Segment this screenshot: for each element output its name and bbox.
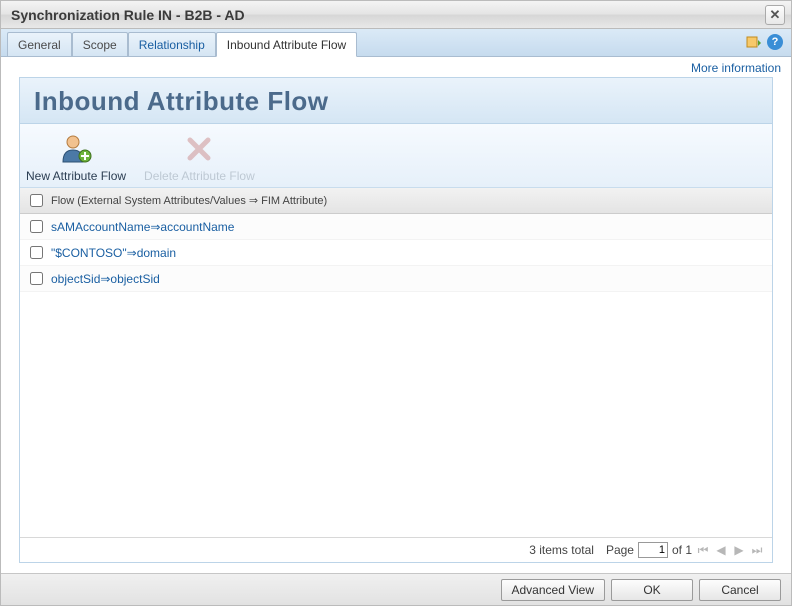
import-icon[interactable]: [745, 34, 761, 50]
flow-link[interactable]: sAMAccountName⇒accountName: [51, 220, 234, 234]
tab-label: Scope: [83, 38, 117, 52]
dialog-button-bar: Advanced View OK Cancel: [1, 573, 791, 605]
pager: Page of 1 ⏮ ◀ ▶ ⏭: [606, 542, 764, 558]
tab-bar: General Scope Relationship Inbound Attri…: [1, 29, 791, 57]
flow-link[interactable]: objectSid⇒objectSid: [51, 272, 160, 286]
flow-grid: Flow (External System Attributes/Values …: [20, 188, 772, 537]
tab-label: General: [18, 38, 61, 52]
tab-label: Relationship: [139, 38, 205, 52]
help-icon[interactable]: ?: [767, 34, 783, 50]
grid-header-label: Flow (External System Attributes/Values …: [51, 194, 327, 207]
close-button[interactable]: ✕: [765, 5, 785, 25]
tab-label: Inbound Attribute Flow: [227, 38, 346, 52]
panel-toolbar: New Attribute Flow Delete Attribute Flow: [20, 124, 772, 188]
pager-first-icon[interactable]: ⏮: [696, 543, 710, 557]
more-info-row: More information: [1, 57, 791, 77]
dialog-title: Synchronization Rule IN - B2B - AD: [7, 7, 765, 23]
button-label: OK: [643, 583, 660, 597]
page-input[interactable]: [638, 542, 668, 558]
advanced-view-button[interactable]: Advanced View: [501, 579, 606, 601]
flow-panel: Inbound Attribute Flow New Attribute Flo…: [19, 77, 773, 563]
dialog-window: Synchronization Rule IN - B2B - AD ✕ Gen…: [0, 0, 792, 606]
tab-relationship[interactable]: Relationship: [128, 32, 216, 56]
grid-header-row: Flow (External System Attributes/Values …: [20, 188, 772, 214]
button-label: Advanced View: [512, 583, 595, 597]
delete-attribute-flow-button: Delete Attribute Flow: [144, 131, 255, 183]
tab-general[interactable]: General: [7, 32, 72, 56]
grid-footer: 3 items total Page of 1 ⏮ ◀ ▶ ⏭: [20, 537, 772, 562]
tool-label: New Attribute Flow: [26, 169, 126, 183]
row-checkbox[interactable]: [30, 272, 43, 285]
grid-row[interactable]: objectSid⇒objectSid: [20, 266, 772, 292]
delete-x-icon: [181, 131, 217, 167]
ok-button[interactable]: OK: [611, 579, 693, 601]
tab-inbound-attribute-flow[interactable]: Inbound Attribute Flow: [216, 32, 357, 57]
tabbar-tools: ?: [745, 34, 783, 50]
tab-scope[interactable]: Scope: [72, 32, 128, 56]
row-checkbox[interactable]: [30, 246, 43, 259]
flow-link[interactable]: "$CONTOSO"⇒domain: [51, 246, 176, 260]
titlebar: Synchronization Rule IN - B2B - AD ✕: [1, 1, 791, 29]
pager-next-icon[interactable]: ▶: [732, 543, 746, 557]
grid-row[interactable]: "$CONTOSO"⇒domain: [20, 240, 772, 266]
cancel-button[interactable]: Cancel: [699, 579, 781, 601]
pager-last-icon[interactable]: ⏭: [750, 543, 764, 557]
new-attribute-flow-button[interactable]: New Attribute Flow: [26, 131, 126, 183]
page-of-label: of 1: [672, 543, 692, 557]
content-area: Inbound Attribute Flow New Attribute Flo…: [1, 77, 791, 573]
more-information-link[interactable]: More information: [691, 61, 781, 75]
button-label: Cancel: [721, 583, 758, 597]
panel-header: Inbound Attribute Flow: [20, 78, 772, 124]
panel-title: Inbound Attribute Flow: [34, 86, 758, 117]
grid-row[interactable]: sAMAccountName⇒accountName: [20, 214, 772, 240]
select-all-checkbox[interactable]: [30, 194, 43, 207]
page-label: Page: [606, 543, 634, 557]
total-items-label: 3 items total: [529, 543, 594, 557]
tool-label: Delete Attribute Flow: [144, 169, 255, 183]
close-icon: ✕: [770, 7, 781, 23]
user-add-icon: [58, 131, 94, 167]
row-checkbox[interactable]: [30, 220, 43, 233]
pager-prev-icon[interactable]: ◀: [714, 543, 728, 557]
